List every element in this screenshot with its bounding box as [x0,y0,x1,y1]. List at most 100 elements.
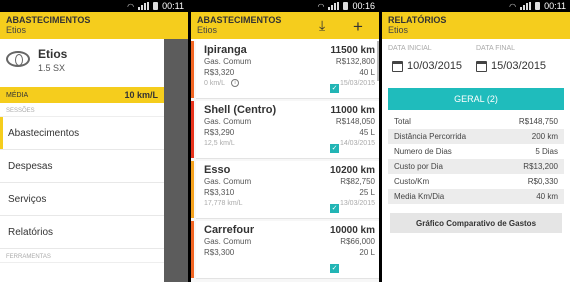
wifi-icon: ◠ [127,1,135,11]
full-tank-check-icon: ✓ [330,84,339,93]
fuel-entry[interactable]: Carrefour 10000 km Gas. Comum R$66,000 R$3,3… [191,221,379,279]
entry-km: 11000 km [330,105,376,116]
entry-avg: 17,778 km/L [204,200,243,207]
stat-row: Total R$148,750 [388,114,564,129]
menu-item-despesas[interactable]: Despesas [0,150,164,183]
entry-total: R$132,800 [335,57,375,66]
media-value: 10 km/L [124,90,158,100]
entry-price: R$3,300 [204,248,235,257]
screen-drawer: ◠ 00:11 ABASTECIMENTOS Etios Etios 1.5 S… [0,0,188,282]
stat-value: R$148,750 [518,117,558,126]
stat-row: Custo/Km R$0,330 [388,174,564,189]
entry-price: R$3,310 [204,188,235,197]
signal-icon [520,2,532,10]
stat-label: Numero de Dias [394,147,452,156]
stat-label: Custo/Km [394,177,430,186]
date-final-picker[interactable]: 15/03/2015 [476,60,560,72]
entry-price: R$3,290 [204,128,235,137]
app-bar: ABASTECIMENTOS Etios [0,12,188,39]
date-initial-label: DATA INICIAL [388,45,432,52]
entry-color-band [191,221,194,278]
entry-date: 13/03/2015 [339,200,375,207]
stat-label: Media Km/Dia [394,192,445,201]
entry-fuel: Gas. Comum [204,237,252,246]
entry-station: Esso [204,164,231,176]
status-bar: ◠ 00:16 [191,0,379,12]
toyota-logo-icon [6,51,30,67]
entry-avg: 0 km/L [204,80,226,87]
add-icon[interactable]: + [353,18,363,35]
stat-row: Numero de Dias 5 Dias [388,144,564,159]
entry-color-band [191,41,194,98]
battery-icon [535,2,541,10]
battery-icon [343,2,349,10]
date-final-value: 15/03/2015 [491,60,547,72]
app-title: ABASTECIMENTOS [197,15,282,25]
entry-color-band [191,101,194,158]
entry-liters: 40 L [359,68,375,77]
entry-liters: 45 L [359,128,375,137]
clock: 00:11 [544,1,566,11]
car-version: 1.5 SX [38,63,66,73]
entry-fuel: Gas. Comum [204,117,252,126]
stat-value: R$0,330 [527,177,558,186]
entry-price: R$3,320 [204,68,235,77]
entry-liters: 20 L [359,248,375,257]
fuel-entry[interactable]: Shell (Centro) 11000 km Gas. Comum R$148,05… [191,101,379,159]
calendar-icon [476,60,487,72]
stat-label: Total [394,117,411,126]
scrollbar[interactable] [377,41,379,81]
media-bar: MÉDIA 10 km/L [0,87,164,103]
fuel-list: Ipiranga 11500 km Gas. Comum R$132,800 R$3,3… [191,41,379,282]
date-initial-picker[interactable]: 10/03/2015 [392,60,476,72]
full-tank-check-icon: ✓ [330,144,339,153]
stat-row: Media Km/Dia 40 km [388,189,564,204]
geral-header[interactable]: GERAL (2) [388,88,564,110]
fuel-entry[interactable]: Ipiranga 11500 km Gas. Comum R$132,800 R$3,3… [191,41,379,99]
entry-total: R$82,750 [340,177,375,186]
fuel-entry[interactable]: Esso 10200 km Gas. Comum R$82,750 R$3,310 25 … [191,161,379,219]
stat-row: Distância Percorrida 200 km [388,129,564,144]
menu-item-servicos[interactable]: Serviços [0,183,164,216]
battery-icon [153,2,159,10]
entry-fuel: Gas. Comum [204,57,252,66]
signal-icon [138,2,150,10]
app-title: ABASTECIMENTOS [6,15,91,25]
app-subtitle: Etios [388,25,409,35]
entry-date: 14/03/2015 [339,140,375,147]
signal-icon [328,2,340,10]
stats-table: Total R$148,750 Distância Percorrida 200 km… [382,114,570,204]
entry-avg: 12,5 km/L [204,140,235,147]
app-bar: RELATÓRIOS Etios [382,12,570,39]
entry-station: Ipiranga [204,44,247,56]
chart-comparison-button[interactable]: Gráfico Comparativo de Gastos [390,213,562,233]
wifi-icon: ◠ [317,1,325,11]
app-bar: ABASTECIMENTOS Etios ⤓ + [191,12,379,39]
menu-item-abastecimentos[interactable]: Abastecimentos [0,117,164,150]
info-icon[interactable]: i [231,79,240,88]
app-subtitle: Etios [6,25,27,35]
drawer-scrim[interactable] [164,39,188,282]
full-tank-check-icon: ✓ [330,264,339,273]
menu-item-relatorios[interactable]: Relatórios [0,216,164,249]
entry-fuel: Gas. Comum [204,177,252,186]
download-icon[interactable]: ⤓ [319,18,325,32]
entry-km: 10000 km [329,225,375,236]
app-subtitle: Etios [197,25,218,35]
app-title: RELATÓRIOS [388,15,447,25]
clock: 00:16 [352,1,375,11]
navigation-drawer: Etios 1.5 SX MÉDIA 10 km/L SESSÕES Abast… [0,39,164,282]
entry-station: Shell (Centro) [204,104,277,116]
stat-value: R$13,200 [523,162,558,171]
entry-date: 15/03/2015 [339,80,375,87]
stat-value: 40 km [536,192,558,201]
screen-abastecimentos: ◠ 00:16 ABASTECIMENTOS Etios ⤓ + Ipirang… [191,0,379,282]
stat-label: Distância Percorrida [394,132,467,141]
clock: 00:11 [162,1,184,11]
entry-color-band [191,161,194,218]
section-ferramentas: FERRAMENTAS [0,249,164,263]
section-sessoes: SESSÕES [0,103,164,117]
wifi-icon: ◠ [509,1,517,11]
car-header[interactable]: Etios 1.5 SX [0,39,164,87]
status-bar: ◠ 00:11 [0,0,188,12]
